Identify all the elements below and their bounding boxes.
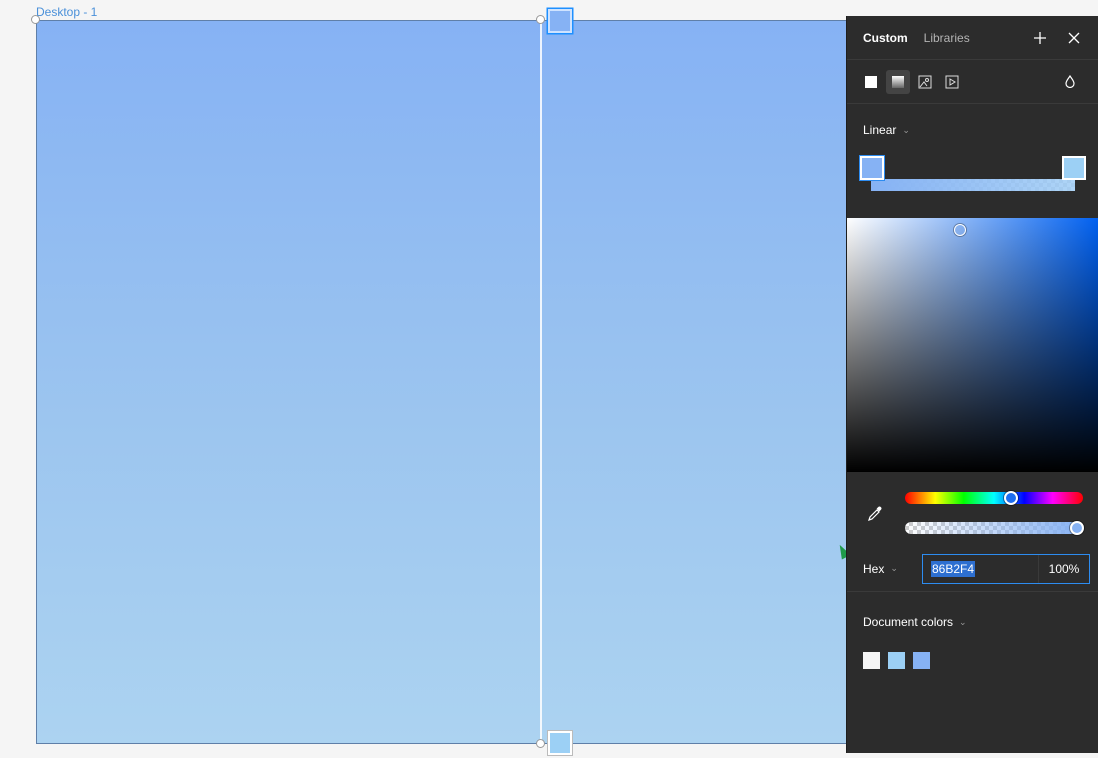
frame-corner-handle[interactable]	[31, 15, 40, 24]
plus-icon[interactable]	[1032, 30, 1048, 46]
solid-fill-icon[interactable]	[859, 70, 883, 94]
hue-slider-knob[interactable]	[1004, 491, 1018, 505]
color-swatch[interactable]	[913, 652, 930, 669]
frame-label[interactable]: Desktop - 1	[36, 5, 97, 19]
opacity-slider[interactable]	[905, 521, 1084, 535]
color-value-row: Hex ⌄ 86B2F4 100%	[847, 546, 1098, 592]
gradient-stop-handle-end[interactable]	[548, 731, 572, 755]
gradient-stop-handle-start[interactable]	[548, 9, 572, 33]
gradient-type-dropdown[interactable]: Linear ⌄	[847, 104, 1098, 156]
saturation-value-picker[interactable]	[847, 218, 1098, 472]
gradient-preview-bar[interactable]	[871, 179, 1075, 191]
gradient-stop-end[interactable]	[1062, 156, 1086, 180]
chevron-down-icon: ⌄	[959, 616, 967, 627]
gradient-stop-start[interactable]	[860, 156, 884, 180]
close-icon[interactable]	[1066, 30, 1082, 46]
gradient-line-start-handle[interactable]	[536, 15, 545, 24]
saturation-value-knob[interactable]	[954, 224, 966, 236]
gradient-line-end-handle[interactable]	[536, 739, 545, 748]
color-mode-dropdown[interactable]: Hex ⌄	[863, 562, 922, 576]
chevron-down-icon: ⌄	[890, 563, 898, 573]
chevron-down-icon: ⌄	[902, 124, 910, 135]
document-colors-dropdown[interactable]: Document colors ⌄	[847, 592, 1098, 652]
tab-libraries[interactable]: Libraries	[924, 31, 970, 45]
color-mode-label: Hex	[863, 561, 885, 576]
fill-type-selector	[847, 60, 1098, 104]
image-fill-icon[interactable]	[913, 70, 937, 94]
color-sliders	[847, 472, 1098, 546]
document-colors-label: Document colors	[863, 615, 954, 629]
opacity-input[interactable]: 100%	[1039, 555, 1089, 583]
gradient-fill-icon[interactable]	[886, 69, 910, 94]
tab-custom[interactable]: Custom	[863, 31, 908, 45]
panel-header: Custom Libraries	[847, 16, 1098, 60]
video-fill-icon[interactable]	[940, 70, 964, 94]
drop-icon[interactable]	[1058, 70, 1082, 94]
gradient-type-label: Linear	[863, 123, 897, 137]
document-color-swatches	[847, 652, 1098, 669]
hex-input[interactable]: 86B2F4	[923, 554, 1039, 583]
hue-slider[interactable]	[905, 491, 1083, 505]
color-swatch[interactable]	[863, 652, 880, 669]
color-picker-panel: Custom Libraries Linear ⌄ Hex ⌄ 86B2F4 1…	[846, 16, 1098, 753]
gradient-editor	[847, 156, 1098, 218]
color-value-box: 86B2F4 100%	[922, 553, 1090, 584]
color-swatch[interactable]	[888, 652, 905, 669]
desktop-frame[interactable]	[36, 20, 866, 744]
hex-value: 86B2F4	[931, 560, 976, 577]
gradient-direction-line[interactable]	[540, 20, 542, 744]
eyedropper-icon[interactable]	[867, 506, 883, 522]
opacity-slider-knob[interactable]	[1070, 521, 1084, 535]
